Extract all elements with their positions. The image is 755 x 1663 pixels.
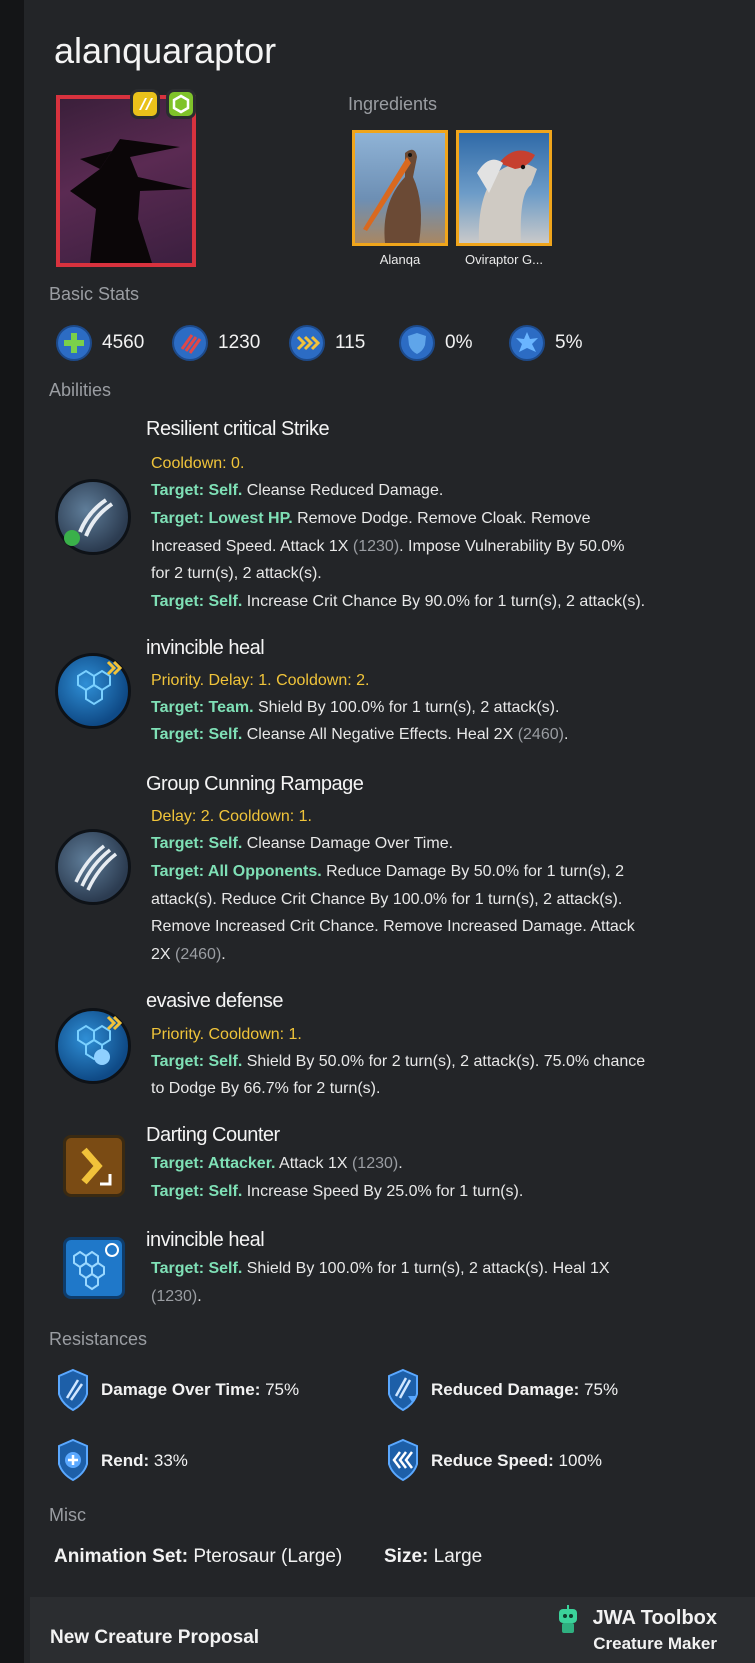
ingredient-name: Oviraptor G...: [464, 252, 544, 267]
damage-over-time-icon: [56, 1368, 90, 1412]
ability-effect-line: 2X (2460).: [151, 946, 226, 963]
ability-effect-line: Remove Increased Crit Chance. Remove Inc…: [151, 918, 635, 935]
ability-effect-line: Target: Team. Shield By 100.0% for 1 tur…: [151, 699, 560, 716]
ability-effect-line: Target: Self. Cleanse Damage Over Time.: [151, 835, 454, 852]
stat-crit: 5%: [555, 332, 583, 353]
stat-health: 4560: [102, 332, 145, 353]
speed-icon: [289, 325, 325, 361]
misc-label: Misc: [49, 1505, 86, 1525]
ability-cooldown: Cooldown: 0.: [151, 455, 245, 472]
ability-name: Resilient critical Strike: [146, 418, 330, 440]
footer-bar: New Creature Proposal JWA Toolbox Creatu…: [30, 1597, 755, 1663]
stat-armor: 0%: [445, 332, 473, 353]
silhouette-image: [70, 139, 192, 263]
creature-size: Size: Large: [384, 1546, 483, 1567]
rend-ability-icon[interactable]: [55, 479, 131, 555]
crit-icon: [509, 325, 545, 361]
ability-name: invincible heal: [146, 637, 265, 659]
ability-name: Darting Counter: [146, 1124, 280, 1146]
counter-ability-icon[interactable]: [63, 1135, 125, 1197]
animation-set: Animation Set: Pterosaur (Large): [54, 1546, 343, 1567]
evasive-shield-ability-icon[interactable]: [55, 1008, 131, 1084]
on-escape-shield-icon[interactable]: [63, 1237, 125, 1299]
ability-effect-line: attack(s). Reduce Crit Chance By 100.0% …: [151, 891, 623, 908]
hybrid-badge-icon: [166, 89, 196, 119]
jwa-toolbox-logo-icon: [559, 1605, 577, 1633]
oviraptor-portrait: [477, 150, 537, 243]
ability-effect-line: Target: Self. Shield By 50.0% for 2 turn…: [151, 1053, 646, 1070]
ability-effect-line: Target: Self. Increase Speed By 25.0% fo…: [151, 1183, 524, 1200]
ability-cooldown: Priority. Delay: 1. Cooldown: 2.: [151, 672, 370, 689]
health-icon: [56, 325, 92, 361]
ability-effect-line: to Dodge By 66.7% for 2 turn(s).: [151, 1080, 381, 1097]
ingredients-label: Ingredients: [348, 94, 438, 114]
alanqa-portrait: [363, 149, 421, 243]
ability-effect-line: Increased Speed. Attack 1X (1230). Impos…: [151, 538, 625, 555]
ingredient-card-alanqa[interactable]: [352, 130, 448, 246]
ingredient-card-oviraptor-gen2[interactable]: [456, 130, 552, 246]
rarity-badge-icon: [130, 89, 160, 119]
ability-name: invincible heal: [146, 1229, 265, 1251]
reduce-speed-icon: [386, 1438, 420, 1482]
ability-effect-line: Target: All Opponents. Reduce Damage By …: [151, 863, 625, 880]
ability-effect-line: Target: Attacker. Attack 1X (1230).: [151, 1155, 403, 1172]
resistance-reduced-damage: Reduced Damage: 75%: [431, 1380, 619, 1399]
rampage-ability-icon[interactable]: [55, 829, 131, 905]
ability-effect-line: Target: Lowest HP. Remove Dodge. Remove …: [151, 510, 591, 527]
ability-cooldown: Priority. Cooldown: 1.: [151, 1026, 302, 1043]
rend-icon: [56, 1438, 90, 1482]
basic-stats-label: Basic Stats: [49, 284, 140, 304]
ability-effect-line: Target: Self. Increase Crit Chance By 90…: [151, 593, 646, 610]
footer-title: New Creature Proposal: [50, 1627, 260, 1648]
ability-effect-line: Target: Self. Cleanse All Negative Effec…: [151, 726, 569, 743]
left-gutter: [0, 0, 24, 1663]
armor-icon: [399, 325, 435, 361]
ability-name: Group Cunning Rampage: [146, 773, 364, 795]
abilities-label: Abilities: [49, 380, 112, 400]
ability-effect-line: for 2 turn(s), 2 attack(s).: [151, 565, 322, 582]
ability-effect-line: Target: Self. Shield By 100.0% for 1 tur…: [151, 1260, 610, 1277]
ability-name: evasive defense: [146, 990, 284, 1012]
resistance-dot: Damage Over Time: 75%: [101, 1380, 300, 1399]
ability-cooldown: Delay: 2. Cooldown: 1.: [151, 808, 312, 825]
ingredient-name: Alanqa: [379, 252, 421, 267]
stat-damage: 1230: [218, 332, 261, 353]
damage-icon: [172, 325, 208, 361]
reduced-damage-icon: [386, 1368, 420, 1412]
creature-name: alanquaraptor: [54, 30, 277, 71]
footer-brand: JWA Toolbox Creature Maker: [593, 1607, 717, 1654]
shield-ability-icon[interactable]: [55, 653, 131, 729]
resistance-reduce-speed: Reduce Speed: 100%: [431, 1451, 603, 1470]
ability-effect-line: Target: Self. Cleanse Reduced Damage.: [151, 482, 444, 499]
resistances-label: Resistances: [49, 1329, 148, 1349]
stat-speed: 115: [335, 332, 366, 353]
ability-effect-line: (1230).: [151, 1288, 202, 1305]
brand-name: JWA Toolbox: [592, 1607, 717, 1629]
brand-subtitle: Creature Maker: [593, 1634, 717, 1653]
resistance-rend: Rend: 33%: [101, 1451, 188, 1470]
